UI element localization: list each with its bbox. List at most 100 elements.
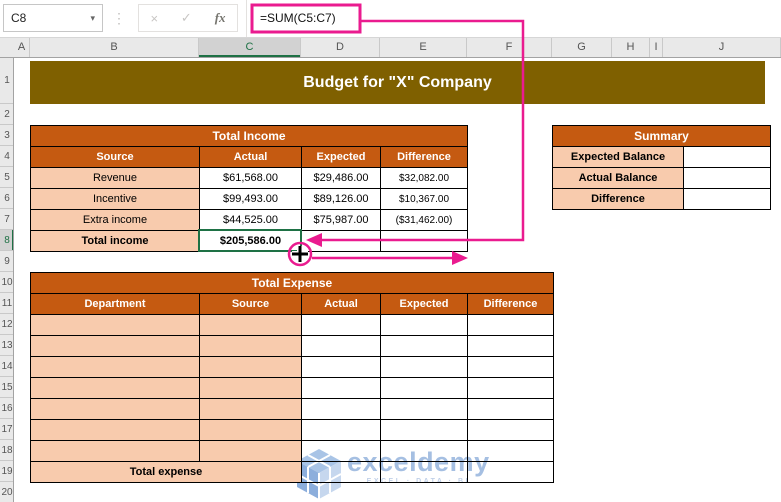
row-header-16[interactable]: 16 <box>0 398 13 419</box>
expense-total-label[interactable]: Total expense <box>30 461 302 483</box>
summary-value-cell[interactable] <box>683 146 771 168</box>
income-source-cell[interactable]: Extra income <box>30 209 200 231</box>
column-header-H[interactable]: H <box>612 38 650 57</box>
row-header-1[interactable]: 1 <box>0 58 13 104</box>
name-box-dropdown-icon[interactable]: ▾ <box>90 13 95 24</box>
column-header-E[interactable]: E <box>380 38 467 57</box>
expense-expected-cell[interactable] <box>380 335 468 357</box>
expense-header-expected[interactable]: Expected <box>380 293 468 315</box>
name-box[interactable]: C8 ▾ <box>3 4 103 32</box>
row-header-10[interactable]: 10 <box>0 272 13 293</box>
expense-expected-cell[interactable] <box>380 314 468 336</box>
expense-header-actual[interactable]: Actual <box>301 293 381 315</box>
expense-department-cell[interactable] <box>30 440 200 462</box>
expense-difference-cell[interactable] <box>467 314 554 336</box>
column-header-I[interactable]: I <box>650 38 663 57</box>
expense-difference-cell[interactable] <box>467 419 554 441</box>
expense-source-cell[interactable] <box>199 314 302 336</box>
expense-department-cell[interactable] <box>30 377 200 399</box>
enter-icon[interactable]: ✓ <box>181 10 192 26</box>
income-header-difference[interactable]: Difference <box>380 146 468 168</box>
expense-difference-cell[interactable] <box>467 377 554 399</box>
summary-label-cell[interactable]: Difference <box>552 188 684 210</box>
summary-value-cell[interactable] <box>683 188 771 210</box>
expense-difference-cell[interactable] <box>467 398 554 420</box>
row-header-6[interactable]: 6 <box>0 188 13 209</box>
income-expected-cell[interactable]: $75,987.00 <box>301 209 381 231</box>
expense-department-cell[interactable] <box>30 419 200 441</box>
expense-source-cell[interactable] <box>199 440 302 462</box>
expense-expected-cell[interactable] <box>380 356 468 378</box>
column-header-C[interactable]: C <box>199 38 301 57</box>
expense-table-title[interactable]: Total Expense <box>30 272 554 294</box>
expense-source-cell[interactable] <box>199 377 302 399</box>
expense-actual-cell[interactable] <box>301 356 381 378</box>
column-header-J[interactable]: J <box>663 38 781 57</box>
row-header-5[interactable]: 5 <box>0 167 13 188</box>
income-header-actual[interactable]: Actual <box>199 146 302 168</box>
row-header-19[interactable]: 19 <box>0 461 13 482</box>
row-header-20[interactable]: 20 <box>0 482 13 502</box>
row-header-9[interactable]: 9 <box>0 251 13 272</box>
income-difference-cell[interactable]: ($31,462.00) <box>380 209 468 231</box>
expense-header-difference[interactable]: Difference <box>467 293 554 315</box>
income-expected-cell[interactable]: $89,126.00 <box>301 188 381 210</box>
formula-text[interactable]: =SUM(C5:C7) <box>260 0 336 37</box>
summary-value-cell[interactable] <box>683 167 771 189</box>
empty-cell[interactable] <box>301 461 381 483</box>
empty-cell[interactable] <box>467 461 554 483</box>
column-header-D[interactable]: D <box>301 38 380 57</box>
expense-expected-cell[interactable] <box>380 419 468 441</box>
income-header-source[interactable]: Source <box>30 146 200 168</box>
empty-cell[interactable] <box>301 230 381 252</box>
income-header-expected[interactable]: Expected <box>301 146 381 168</box>
column-header-G[interactable]: G <box>552 38 612 57</box>
row-header-12[interactable]: 12 <box>0 314 13 335</box>
expense-header-department[interactable]: Department <box>30 293 200 315</box>
row-header-11[interactable]: 11 <box>0 293 13 314</box>
expense-source-cell[interactable] <box>199 419 302 441</box>
summary-table-title[interactable]: Summary <box>552 125 771 147</box>
expense-actual-cell[interactable] <box>301 335 381 357</box>
summary-label-cell[interactable]: Expected Balance <box>552 146 684 168</box>
sheet-area[interactable]: exceldemy EXCEL · DATA · BI Budget for "… <box>14 58 781 502</box>
expense-actual-cell[interactable] <box>301 440 381 462</box>
expense-expected-cell[interactable] <box>380 398 468 420</box>
row-header-14[interactable]: 14 <box>0 356 13 377</box>
summary-label-cell[interactable]: Actual Balance <box>552 167 684 189</box>
cancel-icon[interactable]: × <box>150 11 158 26</box>
income-difference-cell[interactable]: $32,082.00 <box>380 167 468 189</box>
income-table-title[interactable]: Total Income <box>30 125 468 147</box>
column-header-B[interactable]: B <box>30 38 199 57</box>
expense-difference-cell[interactable] <box>467 440 554 462</box>
expense-difference-cell[interactable] <box>467 335 554 357</box>
formula-bar[interactable]: =SUM(C5:C7) <box>246 0 781 37</box>
expense-source-cell[interactable] <box>199 398 302 420</box>
expense-department-cell[interactable] <box>30 335 200 357</box>
expense-actual-cell[interactable] <box>301 398 381 420</box>
expense-header-source[interactable]: Source <box>199 293 302 315</box>
row-header-13[interactable]: 13 <box>0 335 13 356</box>
expense-actual-cell[interactable] <box>301 419 381 441</box>
empty-cell[interactable] <box>380 461 468 483</box>
row-header-15[interactable]: 15 <box>0 377 13 398</box>
expense-expected-cell[interactable] <box>380 377 468 399</box>
income-source-cell[interactable]: Incentive <box>30 188 200 210</box>
expense-department-cell[interactable] <box>30 314 200 336</box>
insert-function-icon[interactable]: fx <box>215 10 226 26</box>
expense-expected-cell[interactable] <box>380 440 468 462</box>
income-actual-cell[interactable]: $44,525.00 <box>199 209 302 231</box>
row-header-17[interactable]: 17 <box>0 419 13 440</box>
income-actual-cell[interactable]: $99,493.00 <box>199 188 302 210</box>
expense-source-cell[interactable] <box>199 356 302 378</box>
column-header-F[interactable]: F <box>467 38 552 57</box>
expense-actual-cell[interactable] <box>301 314 381 336</box>
row-header-7[interactable]: 7 <box>0 209 13 230</box>
empty-cell[interactable] <box>380 230 468 252</box>
expense-department-cell[interactable] <box>30 356 200 378</box>
row-header-2[interactable]: 2 <box>0 104 13 125</box>
row-header-8[interactable]: 8 <box>0 230 13 251</box>
row-header-4[interactable]: 4 <box>0 146 13 167</box>
column-header-A[interactable]: A <box>14 38 30 57</box>
expense-department-cell[interactable] <box>30 398 200 420</box>
